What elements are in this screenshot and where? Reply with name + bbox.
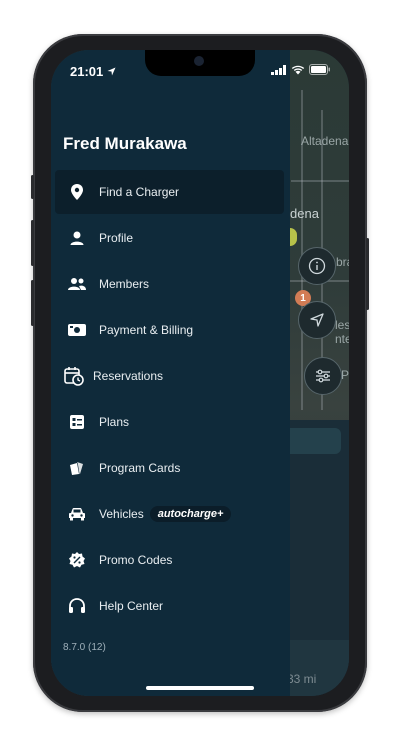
home-indicator[interactable] [146, 686, 254, 690]
info-button[interactable] [298, 247, 336, 285]
status-time: 21:01 [70, 64, 116, 79]
map-label: bra [336, 255, 349, 269]
signal-icon [271, 64, 286, 75]
menu-item-program-cards[interactable]: Program Cards [55, 446, 284, 490]
volume-up-button [31, 220, 34, 266]
menu-item-reservations[interactable]: Reservations [55, 354, 284, 398]
menu-item-payment-billing[interactable]: Payment & Billing [55, 308, 284, 352]
payment-card-icon [67, 320, 87, 340]
group-icon [67, 274, 87, 294]
menu-item-label: Help Center [99, 599, 164, 613]
power-button [366, 238, 369, 310]
cards-icon [67, 458, 87, 478]
menu-item-find-a-charger[interactable]: Find a Charger [55, 170, 284, 214]
filter-button[interactable] [304, 357, 342, 395]
menu-item-label: Plans [99, 415, 130, 429]
map-pin-icon [67, 182, 87, 202]
menu-item-label: Payment & Billing [99, 323, 194, 337]
sliders-icon [316, 369, 330, 383]
menu-item-vehicles[interactable]: Vehicles autocharge+ [55, 492, 284, 536]
menu-item-help-center[interactable]: Help Center [55, 584, 284, 628]
menu-item-profile[interactable]: Profile [55, 216, 284, 260]
menu-item-label: Program Cards [99, 461, 181, 475]
map-road [291, 180, 349, 182]
navigation-drawer: Fred Murakawa Find a Charger Profile Mem… [51, 50, 290, 696]
user-name: Fred Murakawa [63, 134, 187, 153]
menu-item-plans[interactable]: Plans [55, 400, 284, 444]
menu-item-label: Profile [99, 231, 134, 245]
app-version: 8.7.0 (12) [63, 642, 106, 653]
map-label: ntel [335, 332, 349, 346]
volume-down-button [31, 280, 34, 326]
menu-item-label: Members [99, 277, 150, 291]
status-icons [271, 64, 331, 75]
locate-me-button[interactable] [298, 301, 336, 339]
menu-item-label: Vehicles [99, 507, 144, 521]
navigation-arrow-icon [310, 313, 324, 327]
mute-switch [31, 175, 34, 199]
plans-icon [67, 412, 87, 432]
menu-item-label: Promo Codes [99, 553, 173, 567]
map-label: dena [290, 206, 319, 221]
menu-item-label: Reservations [93, 369, 164, 383]
autocharge-badge: autocharge+ [149, 506, 232, 522]
screen: Altadena dena bra les ntel P 1 [51, 50, 349, 696]
station-card-distance: 33 mi [287, 672, 317, 686]
info-icon [308, 257, 326, 275]
person-icon [67, 228, 87, 248]
battery-icon [309, 64, 330, 75]
headset-icon [67, 596, 87, 616]
map-label: les [335, 318, 349, 332]
camera [194, 56, 204, 66]
location-arrow-icon [107, 67, 116, 76]
notch [145, 50, 255, 76]
car-icon [67, 504, 87, 524]
drawer-menu: Find a Charger Profile Members Payment &… [55, 170, 284, 630]
menu-item-label: Find a Charger [99, 185, 180, 199]
menu-item-promo-codes[interactable]: Promo Codes [55, 538, 284, 582]
promo-badge-icon [67, 550, 87, 570]
calendar-clock-icon [64, 366, 84, 386]
map-label: P [341, 368, 349, 382]
wifi-icon [291, 65, 305, 74]
map-label: Altadena [301, 134, 349, 148]
menu-item-members[interactable]: Members [55, 262, 284, 306]
